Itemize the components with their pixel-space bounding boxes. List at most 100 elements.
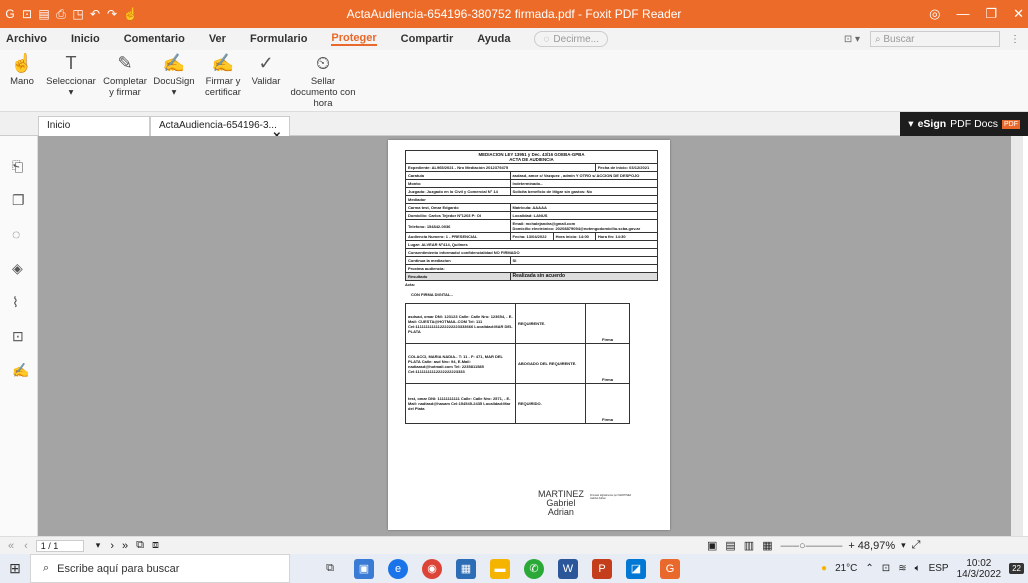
volume-icon[interactable]: 🔈︎	[915, 563, 921, 574]
tab-inicio[interactable]: Inicio	[38, 116, 150, 136]
header-table: MEDIACION LEY 13951 y Dec. 43/16 GOEBA-G…	[405, 150, 659, 281]
fill-sign-button[interactable]: ✎ Completar y firmar	[100, 50, 150, 111]
foxit-logo-icon: G	[5, 7, 15, 21]
signature-icon[interactable]: ✍	[12, 362, 29, 379]
show-hidden-icon[interactable]: ⌃	[865, 563, 873, 574]
weather-icon[interactable]: ●	[821, 563, 827, 574]
beneficio: Solicita beneficio de litigar sin gastos…	[509, 187, 659, 196]
file-explorer-icon[interactable]: ▬	[490, 558, 510, 579]
fill-sign-label: Completar y firmar	[103, 76, 147, 98]
next-page-icon[interactable]: ›	[110, 540, 114, 552]
close-icon[interactable]: ✕	[1013, 6, 1024, 22]
fecha-inicio: Fecha de inicio: 03/12/2021	[594, 163, 659, 172]
page-view-icon[interactable]: ⧈	[152, 539, 159, 552]
pages-icon[interactable]: ❐	[12, 192, 25, 209]
page-number-input[interactable]: 1 / 1	[35, 539, 84, 552]
window-title: ActaAudiencia-654196-380752 firmada.pdf …	[346, 7, 682, 21]
undo-icon[interactable]: ↶	[89, 7, 101, 21]
prev-page-icon[interactable]: ‹	[24, 540, 28, 552]
chevron-down-icon[interactable]: ▾	[901, 540, 906, 551]
minimize-icon[interactable]: —	[956, 6, 969, 22]
photos-icon[interactable]: ◪	[626, 558, 646, 579]
taskbar-search-input[interactable]: ⌕ Escribe aquí para buscar	[30, 554, 290, 583]
facing-icon[interactable]: ▥	[744, 539, 754, 552]
clock-time: 10:02	[966, 557, 992, 569]
print-icon[interactable]: ⎙	[55, 7, 67, 22]
more-icon[interactable]: ⋮	[1010, 34, 1020, 45]
chevron-down-icon[interactable]: ▾	[96, 540, 101, 551]
hand-button[interactable]: ☝ Mano	[2, 50, 42, 111]
new-icon[interactable]: ◳	[72, 7, 84, 21]
hand-icon: ☝	[10, 53, 34, 73]
redo-icon[interactable]: ↷	[106, 7, 118, 21]
hand-tool-icon[interactable]: ☝	[123, 7, 138, 21]
powerpoint-icon[interactable]: P	[592, 558, 612, 579]
menu-ver[interactable]: Ver	[209, 33, 226, 45]
zoom-slider[interactable]: –––○––––––	[781, 540, 843, 552]
search-icon: ⌕	[875, 33, 884, 45]
account-icon[interactable]: ◎	[929, 6, 940, 22]
mediador-label: Mediador	[405, 195, 658, 204]
notification-badge[interactable]: 22	[1009, 563, 1024, 574]
app-icon[interactable]: ▣	[354, 558, 374, 579]
layers-icon[interactable]: ◈	[12, 260, 23, 277]
docusign-button[interactable]: ✍ DocuSign ▾	[150, 50, 198, 111]
quick-access-toolbar: G ⊡ ▤ ⎙ ◳ ↶ ↷ ☝	[0, 7, 138, 22]
windows-start-icon[interactable]: ⊞	[0, 560, 30, 577]
hora-fin: Hora fin: 14:30	[594, 232, 659, 241]
page-copy-icon[interactable]: ⧉	[136, 539, 144, 552]
comment-icon[interactable]: ◌	[12, 226, 20, 242]
foxit-taskbar-icon[interactable]: G	[660, 558, 680, 579]
menu-compartir[interactable]: Compartir	[401, 33, 454, 45]
tell-me-placeholder: Decirme...	[553, 33, 599, 45]
search-icon: ⌕	[43, 562, 50, 574]
bookmark-icon[interactable]: ⎗	[12, 158, 23, 175]
esign-button[interactable]: ▾ eSign PDF Docs PDF	[900, 112, 1028, 136]
tell-me-input[interactable]: ◌ Decirme...	[534, 31, 608, 47]
menu-archivo[interactable]: Archivo	[6, 33, 47, 45]
language-indicator[interactable]: ESP	[929, 563, 949, 574]
select-button[interactable]: T Seleccionar ▾	[42, 50, 100, 111]
tab-document[interactable]: ActaAudiencia-654196-3... ✕	[150, 116, 290, 142]
validate-button[interactable]: ✓ Validar	[248, 50, 284, 111]
zoom-level[interactable]: + 48,97%	[848, 540, 895, 552]
menu-proteger[interactable]: Proteger	[331, 32, 377, 46]
cover-icon[interactable]: ▦	[762, 539, 772, 552]
word-icon[interactable]: W	[558, 558, 578, 579]
pdf-badge: PDF	[1002, 119, 1020, 129]
chrome-icon[interactable]: ◉	[422, 558, 442, 579]
calculator-icon[interactable]: ▦	[456, 558, 476, 579]
attachment-icon[interactable]: ⌇	[12, 294, 19, 311]
task-view-icon[interactable]: ⧉	[320, 559, 340, 579]
menu-inicio[interactable]: Inicio	[71, 33, 100, 45]
find-options-icon[interactable]: ⊡ ▾	[844, 34, 860, 45]
docusign-icon: ✍	[162, 53, 186, 73]
pdf-page: MEDIACION LEY 13951 y Dec. 43/16 GOEBA-G…	[388, 140, 670, 530]
edge-icon[interactable]: e	[388, 558, 408, 579]
save-icon[interactable]: ▤	[38, 7, 50, 21]
restore-icon[interactable]: ❐	[985, 6, 997, 22]
fullscreen-icon[interactable]: ⤢	[912, 539, 921, 552]
open-icon[interactable]: ⊡	[21, 7, 33, 21]
sign-certify-button[interactable]: ✍ Firmar y certificar	[198, 50, 248, 111]
search-input[interactable]: ⌕ Buscar	[870, 31, 1000, 47]
document-canvas[interactable]: MEDIACION LEY 13951 y Dec. 43/16 GOEBA-G…	[38, 136, 1023, 536]
single-page-icon[interactable]: ▣	[707, 539, 717, 552]
wifi-icon[interactable]: ≋	[898, 563, 906, 574]
matricula: Matricula: AAAAA	[509, 203, 659, 212]
menu-comentario[interactable]: Comentario	[124, 33, 185, 45]
chevron-down-icon: ▾	[171, 87, 177, 98]
last-page-icon[interactable]: »	[122, 540, 128, 552]
network-icon[interactable]: ⊡	[882, 563, 890, 574]
timestamp-button[interactable]: ⏲ Sellar documento con hora	[284, 50, 362, 111]
first-page-icon[interactable]: «	[8, 540, 14, 552]
clock[interactable]: 10:02 14/3/2022	[957, 558, 1002, 580]
vertical-scrollbar[interactable]	[1011, 136, 1023, 536]
continuous-icon[interactable]: ▤	[725, 539, 735, 552]
weather-temp[interactable]: 21°C	[835, 563, 857, 574]
whatsapp-icon[interactable]: ✆	[524, 558, 544, 579]
menu-ayuda[interactable]: Ayuda	[477, 33, 510, 45]
menu-formulario[interactable]: Formulario	[250, 33, 307, 45]
party-1-firma: Firma	[585, 303, 630, 344]
security-icon[interactable]: ⊡	[12, 328, 24, 345]
